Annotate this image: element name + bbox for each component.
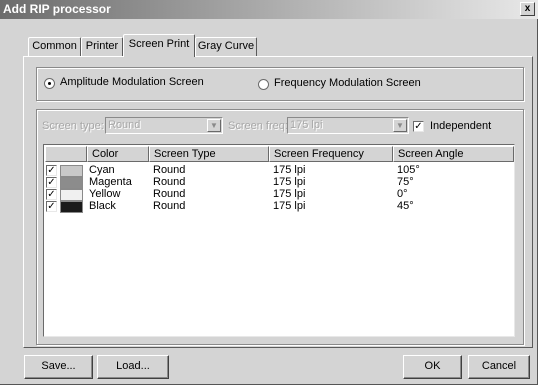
add-rip-processor-dialog: Add RIP processor x Common Printer Scree… xyxy=(0,0,538,385)
close-button[interactable]: x xyxy=(520,2,535,16)
screen-type-select[interactable]: Round ▼ xyxy=(105,117,223,134)
tab-screen-print[interactable]: Screen Print xyxy=(123,34,195,57)
am-screen-radio[interactable] xyxy=(44,78,55,89)
row-checkbox[interactable]: ✓ xyxy=(46,165,57,176)
header-checkbox-column[interactable] xyxy=(45,146,87,162)
color-swatch xyxy=(60,177,83,189)
cell-color: Black xyxy=(89,200,116,212)
tab-printer[interactable]: Printer xyxy=(81,37,123,56)
cell-screen-type: Round xyxy=(153,188,186,200)
screen-freq-label: Screen freq: xyxy=(228,120,288,132)
cell-color: Yellow xyxy=(89,188,121,200)
cell-color: Cyan xyxy=(89,164,115,176)
tab-screen-print-label: Screen Print xyxy=(128,38,190,50)
fm-screen-label[interactable]: Frequency Modulation Screen xyxy=(274,77,421,89)
cell-screen-type: Round xyxy=(153,176,186,188)
independent-label[interactable]: Independent xyxy=(430,120,491,132)
chevron-down-icon[interactable]: ▼ xyxy=(207,119,221,132)
header-screen-angle[interactable]: Screen Angle xyxy=(393,146,514,162)
cell-screen-angle: 75° xyxy=(397,176,414,188)
chevron-down-icon[interactable]: ▼ xyxy=(393,119,407,132)
screen-type-label: Screen type: xyxy=(42,120,104,132)
cell-screen-frequency: 175 lpi xyxy=(273,176,306,188)
table-row[interactable]: ✓ Black Round 175 lpi 45° xyxy=(44,200,514,213)
color-swatch xyxy=(60,189,83,201)
cell-screen-frequency: 175 lpi xyxy=(273,164,306,176)
row-checkbox[interactable]: ✓ xyxy=(46,177,57,188)
cell-screen-angle: 0° xyxy=(397,188,408,200)
header-screen-frequency[interactable]: Screen Frequency xyxy=(269,146,393,162)
window-title: Add RIP processor xyxy=(3,2,111,16)
tab-gray-curve[interactable]: Gray Curve xyxy=(195,37,257,56)
row-checkbox[interactable]: ✓ xyxy=(46,201,57,212)
color-swatch xyxy=(60,201,83,213)
header-screen-type[interactable]: Screen Type xyxy=(149,146,269,162)
screen-type-value: Round xyxy=(108,119,141,131)
screen-freq-value: 175 lpi xyxy=(290,119,323,131)
cancel-button[interactable]: Cancel xyxy=(468,355,530,379)
color-swatch xyxy=(60,165,83,177)
cell-screen-type: Round xyxy=(153,164,186,176)
tab-printer-label: Printer xyxy=(85,40,119,52)
independent-checkbox[interactable]: ✓ xyxy=(413,121,424,132)
color-screen-table[interactable]: Color Screen Type Screen Frequency Scree… xyxy=(43,144,515,337)
cell-screen-frequency: 175 lpi xyxy=(273,188,306,200)
screen-freq-select[interactable]: 175 lpi ▼ xyxy=(287,117,409,134)
tab-common[interactable]: Common xyxy=(28,37,81,56)
am-screen-label[interactable]: Amplitude Modulation Screen xyxy=(60,76,204,88)
row-checkbox[interactable]: ✓ xyxy=(46,189,57,200)
cell-screen-type: Round xyxy=(153,200,186,212)
title-bar[interactable]: Add RIP processor x xyxy=(0,0,538,19)
header-color[interactable]: Color xyxy=(87,146,149,162)
close-icon: x xyxy=(524,3,531,14)
ok-button[interactable]: OK xyxy=(403,355,462,379)
cell-screen-angle: 105° xyxy=(397,164,420,176)
cell-color: Magenta xyxy=(89,176,132,188)
cell-screen-angle: 45° xyxy=(397,200,414,212)
cell-screen-frequency: 175 lpi xyxy=(273,200,306,212)
save-button[interactable]: Save... xyxy=(24,355,93,379)
tab-gray-curve-label: Gray Curve xyxy=(197,40,255,52)
load-button[interactable]: Load... xyxy=(97,355,169,379)
fm-screen-radio[interactable] xyxy=(258,79,269,90)
tab-common-label: Common xyxy=(32,40,77,52)
